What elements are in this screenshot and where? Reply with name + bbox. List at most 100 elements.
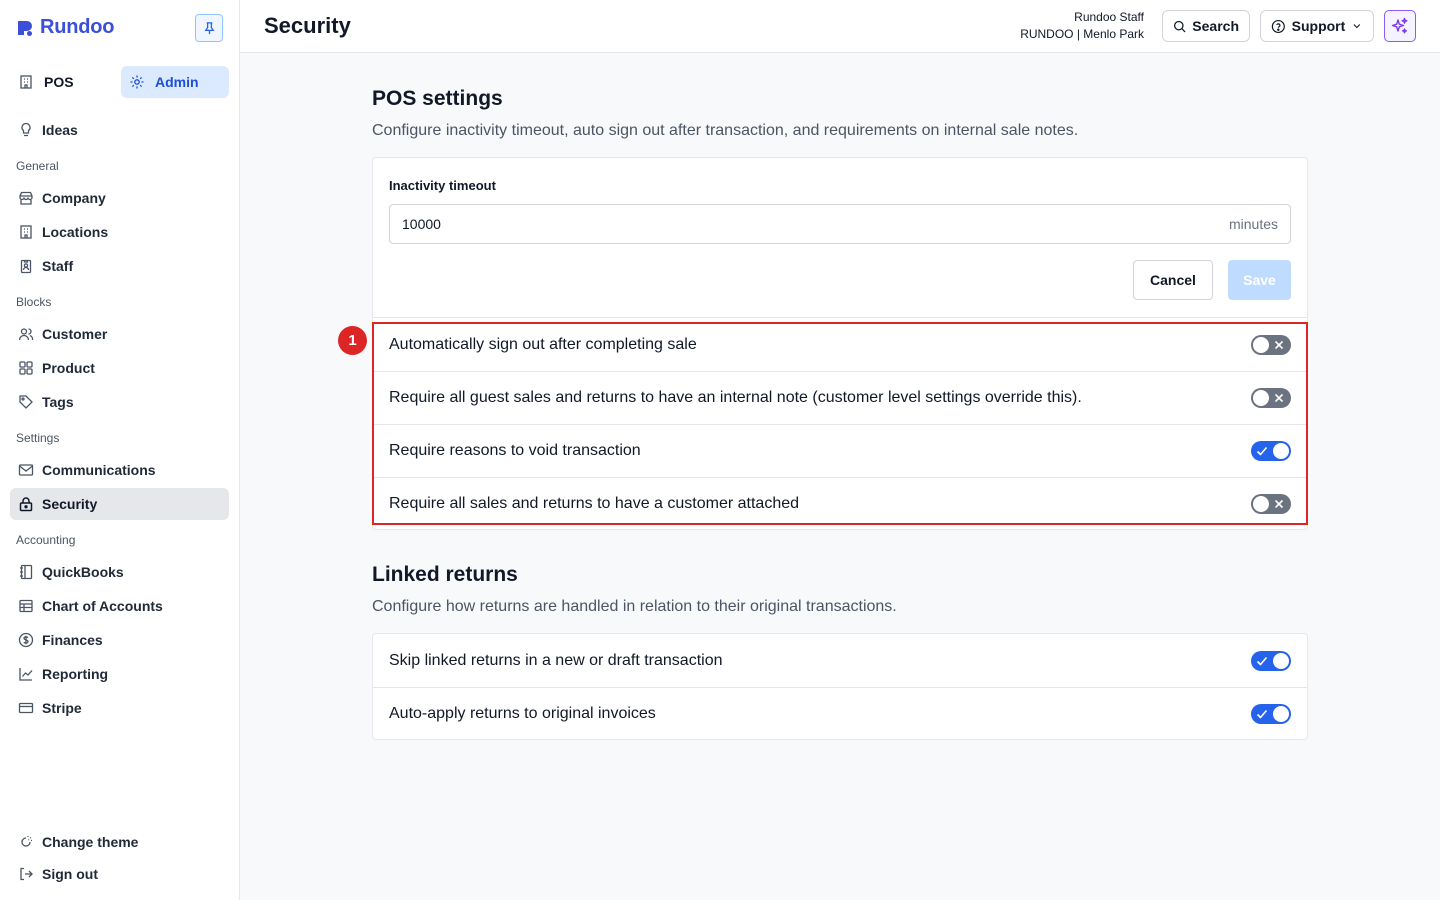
auto-apply-returns-toggle[interactable] (1251, 704, 1291, 724)
check-icon (1256, 656, 1268, 666)
setting-row: Auto-apply returns to original invoices (373, 687, 1307, 740)
mode-pos[interactable]: POS (10, 66, 115, 98)
sidebar-item-label: Tags (42, 394, 74, 410)
users-icon (18, 328, 34, 341)
mode-switcher: POS Admin (10, 66, 229, 98)
toggle-knob (1253, 496, 1269, 512)
sidebar-item-label: Finances (42, 632, 103, 648)
mode-admin[interactable]: Admin (121, 66, 229, 98)
chevron-down-icon (1353, 24, 1361, 29)
auto-sign-out-toggle[interactable] (1251, 334, 1291, 355)
setting-label: Automatically sign out after completing … (389, 335, 697, 353)
sidebar-item-label: Ideas (42, 122, 78, 138)
tag-icon (19, 395, 33, 409)
sidebar-item-chart-of-accounts[interactable]: Chart of Accounts (10, 590, 229, 622)
sidebar-item-locations[interactable]: Locations (10, 216, 229, 248)
store-icon (19, 191, 33, 205)
sidebar-item-ideas[interactable]: Ideas (10, 114, 229, 146)
cancel-button[interactable]: Cancel (1133, 260, 1213, 300)
setting-row: Require all guest sales and returns to h… (373, 371, 1307, 424)
brand-logo[interactable]: Rundoo (16, 16, 115, 39)
search-label: Search (1192, 18, 1239, 34)
sidebar-item-tags[interactable]: Tags (10, 386, 229, 418)
sidebar-item-label: Reporting (42, 666, 109, 682)
setting-label: Require reasons to void transaction (389, 442, 641, 459)
setting-row: Require reasons to void transaction (373, 424, 1307, 477)
sidebar-item-stripe[interactable]: Stripe (10, 692, 229, 724)
section-label-blocks: Blocks (16, 295, 52, 309)
void-reasons-toggle[interactable] (1251, 441, 1291, 461)
table-icon (19, 599, 33, 613)
inactivity-timeout-unit: minutes (1228, 216, 1278, 232)
pin-sidebar-button[interactable] (195, 14, 223, 42)
x-icon (1274, 499, 1284, 509)
pos-settings-title: POS settings (372, 87, 503, 110)
support-label: Support (1291, 18, 1346, 34)
building-icon (20, 75, 32, 89)
ai-assistant-button[interactable] (1384, 10, 1416, 42)
sidebar-item-label: QuickBooks (42, 564, 124, 580)
sidebar-item-company[interactable]: Company (10, 182, 229, 214)
section-label-settings: Settings (16, 431, 60, 445)
setting-row: Automatically sign out after completing … (373, 318, 1307, 371)
lightbulb-icon (21, 122, 31, 137)
sign-out-label: Sign out (42, 866, 98, 882)
inactivity-timeout-value: 10000 (402, 216, 441, 232)
sidebar-item-label: Customer (42, 326, 108, 342)
section-label-general: General (16, 159, 59, 173)
sidebar-item-staff[interactable]: Staff (10, 250, 229, 282)
id-badge-icon (20, 259, 32, 274)
sidebar-item-product[interactable]: Product (10, 352, 229, 384)
toggle-knob (1253, 336, 1269, 353)
line-chart-icon (19, 668, 33, 681)
sidebar-item-reporting[interactable]: Reporting (10, 658, 229, 690)
sidebar-item-quickbooks[interactable]: QuickBooks (10, 556, 229, 588)
change-theme-button[interactable]: Change theme (10, 826, 229, 858)
guest-note-toggle[interactable] (1251, 388, 1291, 408)
mail-icon (18, 464, 34, 476)
toggle-knob (1273, 706, 1289, 722)
setting-row: Skip linked returns in a new or draft tr… (373, 634, 1307, 687)
grid-icon (19, 361, 33, 375)
building-icon (20, 225, 32, 239)
rundoo-logo-icon (18, 20, 32, 36)
gear-icon (130, 75, 144, 89)
save-button[interactable]: Save (1228, 260, 1291, 300)
setting-label: Skip linked returns in a new or draft tr… (389, 651, 723, 669)
mode-pos-label: POS (44, 74, 74, 90)
sidebar-item-label: Product (42, 360, 95, 376)
mode-admin-label: Admin (155, 74, 199, 90)
sidebar-item-label: Staff (42, 258, 74, 274)
sparkles-icon (1391, 17, 1408, 34)
credit-card-icon (18, 702, 34, 714)
customer-attached-toggle[interactable] (1251, 494, 1291, 514)
notebook-icon (20, 564, 33, 580)
user-location: RUNDOO | Menlo Park (1020, 27, 1144, 41)
user-name: Rundoo Staff (1074, 10, 1144, 24)
brand-name: Rundoo (40, 16, 115, 38)
sidebar-item-label: Security (42, 496, 98, 512)
annotation-badge: 1 (338, 326, 367, 355)
sidebar-item-finances[interactable]: Finances (10, 624, 229, 656)
lock-icon (19, 497, 33, 512)
x-icon (1274, 340, 1284, 349)
skip-linked-returns-toggle[interactable] (1251, 650, 1291, 671)
linked-returns-card: Skip linked returns in a new or draft tr… (372, 633, 1308, 740)
sidebar-item-label: Locations (42, 224, 109, 240)
search-button[interactable]: Search (1162, 10, 1250, 42)
sidebar-item-communications[interactable]: Communications (10, 454, 229, 486)
sidebar-item-label: Chart of Accounts (42, 598, 163, 614)
setting-label: Require all guest sales and returns to h… (389, 389, 1082, 406)
pos-settings-description: Configure inactivity timeout, auto sign … (372, 122, 1079, 139)
support-dropdown[interactable]: Support (1260, 10, 1374, 42)
sign-out-button[interactable]: Sign out (10, 858, 229, 890)
inactivity-timeout-input[interactable]: 10000 minutes (389, 204, 1291, 244)
change-theme-label: Change theme (42, 834, 139, 850)
setting-label: Require all sales and returns to have a … (389, 495, 800, 512)
pos-settings-card: Inactivity timeout 10000 minutes Cancel … (372, 157, 1308, 530)
pin-icon (204, 21, 214, 34)
linked-returns-title: Linked returns (372, 563, 518, 586)
sidebar-item-security[interactable]: Security (10, 488, 229, 520)
sidebar-item-customer[interactable]: Customer (10, 318, 229, 350)
page-title: Security (264, 13, 351, 38)
